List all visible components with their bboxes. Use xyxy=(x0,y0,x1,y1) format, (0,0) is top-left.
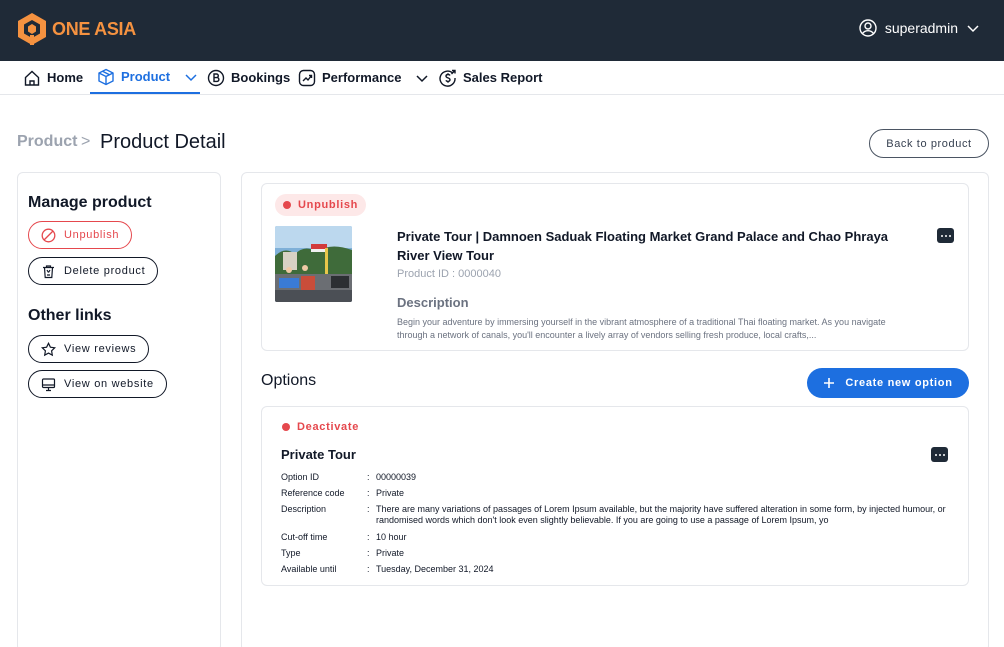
unpublish-button[interactable]: Unpublish xyxy=(28,221,133,249)
manage-product-heading: Manage product xyxy=(28,194,152,211)
username: superadmin xyxy=(884,20,958,36)
product-photo xyxy=(275,226,352,302)
status-badge: Unpublish xyxy=(275,194,367,216)
status-dot xyxy=(283,201,291,209)
dollar-icon xyxy=(439,69,456,87)
brand-name: ONE ASIA xyxy=(52,18,136,39)
product-thumbnail[interactable] xyxy=(275,226,352,302)
nav-label: Sales Report xyxy=(463,70,543,85)
field-value: 10 hour xyxy=(376,532,407,542)
top-header: ONE ASIA superadmin xyxy=(0,0,1004,61)
brand-logo-icon xyxy=(18,13,46,45)
option-status-badge: Deactivate xyxy=(274,416,367,438)
user-circle-icon xyxy=(859,19,877,37)
brand-logo[interactable]: ONE ASIA xyxy=(18,13,136,45)
create-new-option-button[interactable]: Create new option xyxy=(807,368,969,398)
field-key: Type xyxy=(281,548,301,558)
status-label: Unpublish xyxy=(298,199,359,211)
trash-icon xyxy=(43,264,54,278)
ban-icon xyxy=(41,228,56,242)
nav-item-performance[interactable]: Performance xyxy=(298,61,429,94)
view-reviews-button[interactable]: View reviews xyxy=(28,335,150,363)
product-card: Unpublish Private Tour | Damnoen Saduak … xyxy=(261,183,969,351)
user-menu[interactable]: superadmin xyxy=(859,19,980,37)
product-more-button[interactable] xyxy=(937,228,954,243)
view-on-website-button[interactable]: View on website xyxy=(28,370,167,398)
field-value: Private xyxy=(376,548,405,558)
option-card: Deactivate Private Tour Option ID: 00000… xyxy=(261,406,969,586)
bookings-icon xyxy=(207,69,225,86)
field-colon: : xyxy=(367,564,370,574)
product-id: Product ID : 0000040 xyxy=(397,268,501,280)
home-icon xyxy=(24,70,40,86)
field-colon: : xyxy=(367,504,370,514)
view-on-website-label: View on website xyxy=(64,378,154,390)
option-field-row: Description: There are many variations o… xyxy=(281,504,951,526)
nav-item-sales-report[interactable]: Sales Report xyxy=(439,61,542,94)
nav-item-bookings[interactable]: Bookings xyxy=(207,61,290,94)
chevron-down-icon xyxy=(967,25,979,33)
delete-product-label: Delete product xyxy=(64,265,146,277)
nav-label: Product xyxy=(121,69,171,84)
page-title: Product Detail xyxy=(100,131,226,153)
field-value: 00000039 xyxy=(376,472,417,482)
more-dot-icon xyxy=(934,453,937,456)
field-key: Cut-off time xyxy=(281,532,328,542)
options-heading: Options xyxy=(261,372,317,389)
main-nav: Home Product Bookings Performance Sales … xyxy=(0,61,1004,95)
option-field-row: Option ID: 00000039 xyxy=(281,472,951,483)
more-dot-icon xyxy=(940,234,943,237)
more-dot-icon xyxy=(942,453,945,456)
breadcrumb-product-link[interactable]: Product xyxy=(17,133,77,151)
trend-icon xyxy=(298,69,316,86)
nav-label: Home xyxy=(47,70,84,85)
nav-item-product[interactable]: Product xyxy=(90,61,200,94)
field-colon: : xyxy=(367,548,370,558)
option-status-label: Deactivate xyxy=(297,421,360,433)
field-value: There are many variations of passages of… xyxy=(376,504,946,525)
star-icon xyxy=(41,341,56,356)
view-reviews-label: View reviews xyxy=(64,343,137,355)
delete-product-button[interactable]: Delete product xyxy=(28,257,159,285)
field-colon: : xyxy=(367,532,370,542)
breadcrumb-separator: > xyxy=(81,133,91,150)
description-heading: Description xyxy=(397,295,469,310)
box-icon xyxy=(98,68,114,85)
field-key: Reference code xyxy=(281,488,345,498)
status-dot xyxy=(282,423,290,431)
more-dot-icon xyxy=(948,234,951,237)
product-title: Private Tour | Damnoen Saduak Floating M… xyxy=(397,229,889,263)
option-field-row: Reference code: Private xyxy=(281,488,951,499)
option-field-row: Cut-off time: 10 hour xyxy=(281,532,951,543)
field-colon: : xyxy=(367,488,370,498)
more-dot-icon xyxy=(938,453,941,456)
plus-icon xyxy=(824,378,835,388)
option-title: Private Tour xyxy=(281,447,356,462)
manage-sidebar: Manage product Unpublish Delete product … xyxy=(17,172,221,647)
option-more-button[interactable] xyxy=(931,447,948,462)
nav-label: Performance xyxy=(322,70,402,85)
option-field-row: Type: Private xyxy=(281,548,951,559)
monitor-icon xyxy=(41,377,56,391)
create-new-option-label: Create new option xyxy=(845,377,953,389)
chevron-down-icon xyxy=(416,74,429,82)
product-description: Begin your adventure by immersing yourse… xyxy=(397,317,886,340)
field-key: Option ID xyxy=(281,472,320,482)
field-value: Tuesday, December 31, 2024 xyxy=(376,564,494,574)
back-to-product-button[interactable]: Back to product xyxy=(869,129,989,158)
nav-label: Bookings xyxy=(231,70,291,85)
field-value: Private xyxy=(376,488,405,498)
more-dot-icon xyxy=(944,234,947,237)
field-key: Available until xyxy=(281,564,337,574)
nav-item-home[interactable]: Home xyxy=(23,61,83,94)
option-field-row: Available until: Tuesday, December 31, 2… xyxy=(281,564,951,575)
field-colon: : xyxy=(367,472,370,482)
field-key: Description xyxy=(281,504,327,514)
chevron-down-icon xyxy=(185,73,197,81)
unpublish-label: Unpublish xyxy=(64,229,120,241)
other-links-heading: Other links xyxy=(28,307,112,324)
